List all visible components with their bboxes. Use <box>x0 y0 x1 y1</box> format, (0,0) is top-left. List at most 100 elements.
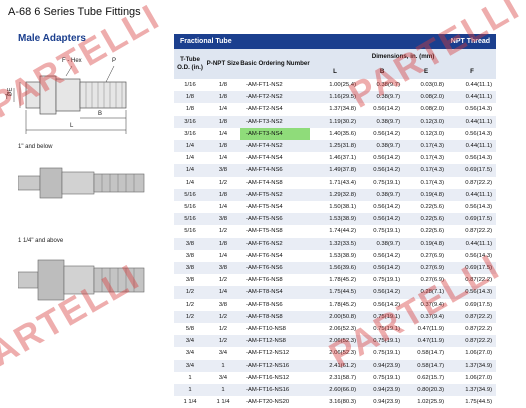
cell-ord: -AM-FT16-NS12 <box>246 374 290 381</box>
cell-pnpt: 1 <box>206 384 240 397</box>
cell-tube: 5/8 <box>185 326 195 333</box>
cell-pnpt: 3/8 <box>206 262 240 275</box>
cell-tube: 1/2 <box>174 286 206 299</box>
cell-tube: 1/2 <box>174 310 206 324</box>
cell-tube: 1/4 <box>174 140 206 153</box>
cell-e: 0.19(4.8) <box>404 188 449 202</box>
cell-e: 0.17(4.3) <box>404 140 449 153</box>
cell-l: 1.32(33.5) <box>310 237 361 250</box>
cell-l: 1.78(45.2) <box>329 301 357 308</box>
cell-l: 1.56(39.6) <box>310 262 361 275</box>
cell-pnpt: 1/4 <box>218 130 228 137</box>
cell-e: 0.08(2.0) <box>420 106 445 113</box>
cell-ord: -AM-FT4-NS4 <box>246 155 283 162</box>
cell-b: 0.94(23.9) <box>360 384 405 397</box>
cell-ord: -AM-FT16-NS16 <box>240 384 310 397</box>
table-row: 1/2 3/8 -AM-FT8-NS6 1.78(45.2) 0.56(14.2) 0.3… <box>174 299 496 311</box>
cell-l: 2.31(58.7) <box>329 374 357 381</box>
cell-tube: 1/4 <box>185 155 195 162</box>
cell-b: 0.56(14.2) <box>360 213 405 226</box>
cell-tube: 1 <box>174 384 206 397</box>
cell-b: 0.75(19.1) <box>360 310 405 324</box>
cell-f: 1.37(34.9) <box>448 384 497 397</box>
cell-f: 0.87(22.2) <box>465 326 493 333</box>
cell-b: 0.94(23.9) <box>360 359 405 372</box>
cell-f: 0.87(22.2) <box>465 179 493 186</box>
cell-ord: -AM-FT6-NS8 <box>246 277 283 284</box>
cell-f: 1.06(27.0) <box>465 374 493 381</box>
cell-pnpt: 1/8 <box>206 237 240 250</box>
cell-b: 0.38(9.7) <box>376 82 401 88</box>
cell-e: 0.62(15.7) <box>417 374 445 381</box>
table-row: 3/4 1 -AM-FT12-NS16 2.41(61.2) 0.94(23.9) 0.5… <box>174 359 497 372</box>
label-l: L <box>70 123 74 129</box>
table-title-row: Fractional Tube NPT Thread <box>174 34 497 49</box>
cell-l: 1.25(31.8) <box>310 140 361 153</box>
cell-b: 0.38(9.7) <box>360 188 405 202</box>
cell-l: 1.71(43.4) <box>329 179 357 186</box>
col-f: F <box>448 64 497 79</box>
fitting-dimension-drawing <box>13 65 127 134</box>
cell-b: 0.75(19.1) <box>373 179 401 186</box>
table-row: 1/4 3/8 -AM-FT4-NS6 1.49(37.8) 0.56(14.2) 0.1… <box>174 164 497 177</box>
table-body: 1/16 1/8 -AM-FT1-NS2 1.00(25.4) 0.38(9.7) 0.0… <box>174 79 497 408</box>
table-row: 1/8 1/4 -AM-FT2-NS4 1.37(34.8) 0.56(14.2) 0.0… <box>174 103 496 115</box>
cell-e: 0.17(4.3) <box>404 164 449 177</box>
cell-e: 0.37(9.4) <box>404 310 449 324</box>
cell-b: 0.56(14.2) <box>373 252 401 259</box>
cell-b: 0.75(19.1) <box>373 374 401 381</box>
cell-l: 1.53(38.9) <box>329 252 357 259</box>
cell-b: 0.56(14.2) <box>360 164 405 177</box>
cell-ord: -AM-FT4-NS6 <box>240 164 310 177</box>
cell-e: 0.08(2.0) <box>404 91 449 104</box>
col-p-npt: P-NPT Size <box>206 49 240 79</box>
cell-ord: -AM-FT20-NS20 <box>246 399 290 406</box>
table-row: 3/8 1/2 -AM-FT6-NS8 1.78(45.2) 0.75(19.1) 0.2… <box>174 274 496 286</box>
cell-f: 0.69(17.5) <box>448 164 497 177</box>
cell-ord: -AM-FT5-NS8 <box>246 228 283 235</box>
small-fitting-image <box>18 167 145 199</box>
cell-pnpt: 1/4 <box>218 155 228 162</box>
cell-b: 0.94(23.9) <box>373 399 401 406</box>
cell-ord: -AM-FT6-NS4 <box>246 252 283 259</box>
cell-tube: 1/16 <box>184 82 196 88</box>
cell-f: 0.44(11.1) <box>448 237 497 250</box>
dimensions-table: Fractional Tube NPT Thread T-Tube O.D. (… <box>174 34 497 408</box>
cell-e: 0.58(14.7) <box>404 359 449 372</box>
cell-f: 0.56(14.3) <box>465 252 493 259</box>
cell-ord: -AM-FT8-NS4 <box>240 286 310 299</box>
cell-tube: 1/8 <box>174 91 206 104</box>
cell-pnpt: 1/4 <box>218 204 228 211</box>
cell-tube: 3/16 <box>184 130 196 137</box>
cell-tube: 3/4 <box>174 359 206 372</box>
cell-ord: -AM-FT2-NS4 <box>246 106 283 113</box>
cell-ord: -AM-FT3-NS4 <box>240 127 310 141</box>
cell-f: 1.06(27.0) <box>465 350 493 357</box>
cell-ord: -AM-FT8-NS6 <box>246 301 283 308</box>
cell-tube: 3/8 <box>174 262 206 275</box>
section-title: Male Adapters <box>18 33 86 44</box>
cell-tube: 3/8 <box>185 252 195 259</box>
cell-e: 0.03(0.8) <box>420 82 445 88</box>
table-row: 1/4 1/8 -AM-FT4-NS2 1.25(31.8) 0.38(9.7) 0.17… <box>174 140 497 153</box>
cell-ord: -AM-FT4-NS2 <box>240 140 310 153</box>
cell-b: 0.75(19.1) <box>373 228 401 235</box>
cell-pnpt: 3/8 <box>206 213 240 226</box>
cell-tube: 1 <box>188 374 192 381</box>
cell-b: 0.38(9.7) <box>360 115 405 128</box>
table-row: 1/4 1/4 -AM-FT4-NS4 1.46(37.1) 0.56(14.2) 0.1… <box>174 152 496 164</box>
table-row: 3/16 1/4 -AM-FT3-NS4 1.40(35.6) 0.56(14.2) 0.… <box>174 127 496 141</box>
cell-tube: 3/8 <box>174 237 206 250</box>
caption-large-sizes: 1 1/4" and above <box>18 238 64 244</box>
cell-e: 0.28(7.1) <box>404 286 449 299</box>
cell-f: 0.69(17.5) <box>448 213 497 226</box>
cell-b: 0.75(19.1) <box>360 335 405 348</box>
col-l: L <box>310 64 361 79</box>
cell-e: 0.27(6.9) <box>404 262 449 275</box>
cell-b: 0.38(9.7) <box>360 140 405 153</box>
cell-b: 0.56(14.2) <box>360 262 405 275</box>
cell-f: 0.44(11.1) <box>448 140 497 153</box>
cell-e: 0.12(3.0) <box>420 130 445 137</box>
cell-l: 1.50(38.1) <box>329 204 357 211</box>
cell-ord: -AM-FT5-NS2 <box>240 188 310 202</box>
